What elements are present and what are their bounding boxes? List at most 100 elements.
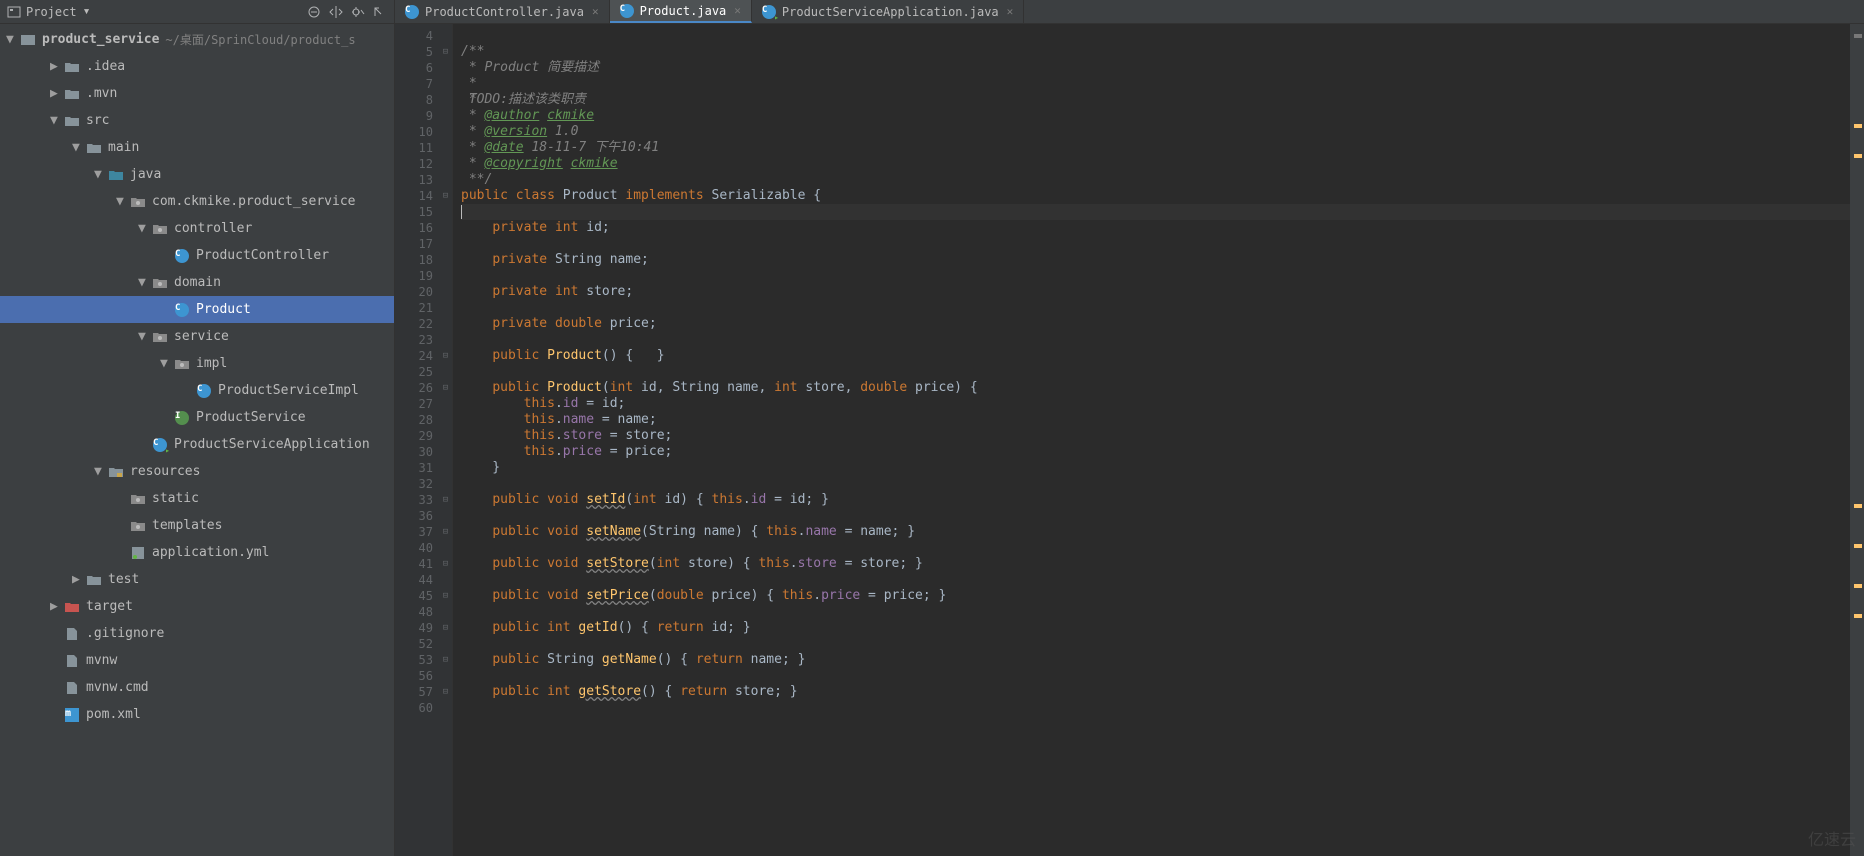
tree-item-main[interactable]: ▼main xyxy=(0,134,394,161)
chevron-down-icon[interactable]: ▼ xyxy=(72,143,82,153)
chevron-down-icon[interactable]: ▼ xyxy=(138,332,148,342)
tree-item-java[interactable]: ▼java xyxy=(0,161,394,188)
code-line[interactable] xyxy=(461,540,1850,556)
tree-item-domain[interactable]: ▼domain xyxy=(0,269,394,296)
tree-item-mvnw[interactable]: mvnw xyxy=(0,647,394,674)
code-line[interactable]: public Product() { } xyxy=(461,348,1850,364)
marker-info[interactable] xyxy=(1854,34,1862,38)
marker-gutter[interactable] xyxy=(1850,24,1864,856)
code-line[interactable] xyxy=(461,508,1850,524)
code-line[interactable]: this.store = store; xyxy=(461,428,1850,444)
code-line[interactable]: public String getName() { return name; } xyxy=(461,652,1850,668)
tree-item-productserviceimpl[interactable]: CProductServiceImpl xyxy=(0,377,394,404)
code-line[interactable]: * @author ckmike xyxy=(461,108,1850,124)
code-editor[interactable]: 4567891011121314151617181920212223242526… xyxy=(395,24,1864,856)
tree-item-service[interactable]: ▼service xyxy=(0,323,394,350)
tree-item-src[interactable]: ▼src xyxy=(0,107,394,134)
project-dropdown-label[interactable]: Project xyxy=(26,5,77,19)
marker-warning[interactable] xyxy=(1854,584,1862,588)
marker-warning[interactable] xyxy=(1854,504,1862,508)
code-line[interactable] xyxy=(461,636,1850,652)
code-line[interactable]: public void setStore(int store) { this.s… xyxy=(461,556,1850,572)
code-line[interactable] xyxy=(461,204,1850,220)
code-line[interactable] xyxy=(461,700,1850,716)
chevron-down-icon[interactable]: ▼ xyxy=(50,116,60,126)
tree-item--idea[interactable]: ▶.idea xyxy=(0,53,394,80)
code-line[interactable] xyxy=(461,268,1850,284)
code-line[interactable]: public void setPrice(double price) { thi… xyxy=(461,588,1850,604)
code-line[interactable] xyxy=(461,300,1850,316)
chevron-down-icon[interactable]: ▼ xyxy=(160,359,170,369)
chevron-down-icon[interactable]: ▼ xyxy=(6,35,16,45)
dropdown-icon[interactable]: ▾ xyxy=(83,4,91,19)
chevron-right-icon[interactable]: ▶ xyxy=(50,602,60,612)
tree-item-productservice[interactable]: IProductService xyxy=(0,404,394,431)
code-line[interactable]: * @version 1.0 xyxy=(461,124,1850,140)
chevron-down-icon[interactable]: ▼ xyxy=(94,170,104,180)
code-line[interactable] xyxy=(461,236,1850,252)
chevron-down-icon[interactable]: ▼ xyxy=(116,197,126,207)
code-line[interactable]: **/ xyxy=(461,172,1850,188)
tree-item--gitignore[interactable]: .gitignore xyxy=(0,620,394,647)
code-line[interactable] xyxy=(461,668,1850,684)
code-line[interactable] xyxy=(461,28,1850,44)
code-content[interactable]: /** * Product 简要描述 * TODO:描述该类职责 * * @au… xyxy=(453,24,1850,856)
tree-item-impl[interactable]: ▼impl xyxy=(0,350,394,377)
tree-item--mvn[interactable]: ▶.mvn xyxy=(0,80,394,107)
code-line[interactable]: * xyxy=(461,92,1850,108)
code-line[interactable] xyxy=(461,332,1850,348)
tree-item-resources[interactable]: ▼resources xyxy=(0,458,394,485)
split-icon[interactable] xyxy=(328,4,344,20)
code-line[interactable] xyxy=(461,364,1850,380)
code-line[interactable]: /** xyxy=(461,44,1850,60)
code-line[interactable]: private String name; xyxy=(461,252,1850,268)
marker-warning[interactable] xyxy=(1854,614,1862,618)
code-line[interactable]: public int getStore() { return store; } xyxy=(461,684,1850,700)
code-line[interactable]: private double price; xyxy=(461,316,1850,332)
code-line[interactable]: private int id; xyxy=(461,220,1850,236)
close-icon[interactable]: ✕ xyxy=(1007,5,1014,18)
chevron-down-icon[interactable]: ▼ xyxy=(138,224,148,234)
project-tree[interactable]: ▼ product_service ~/桌面/SprinCloud/produc… xyxy=(0,24,394,856)
code-line[interactable]: public class Product implements Serializ… xyxy=(461,188,1850,204)
code-line[interactable]: public int getId() { return id; } xyxy=(461,620,1850,636)
tree-item-pom-xml[interactable]: mpom.xml xyxy=(0,701,394,728)
chevron-right-icon[interactable]: ▶ xyxy=(50,62,60,72)
tree-root[interactable]: ▼ product_service ~/桌面/SprinCloud/produc… xyxy=(0,26,394,53)
chevron-right-icon[interactable]: ▶ xyxy=(50,89,60,99)
hide-icon[interactable] xyxy=(372,4,388,20)
code-line[interactable]: this.name = name; xyxy=(461,412,1850,428)
chevron-down-icon[interactable]: ▼ xyxy=(94,467,104,477)
code-line[interactable]: public void setId(int id) { this.id = id… xyxy=(461,492,1850,508)
code-line[interactable]: } xyxy=(461,460,1850,476)
tab-productserviceapplication-java[interactable]: C▸ProductServiceApplication.java✕ xyxy=(752,0,1024,23)
marker-warning[interactable] xyxy=(1854,124,1862,128)
gear-icon[interactable] xyxy=(350,4,366,20)
code-line[interactable]: this.price = price; xyxy=(461,444,1850,460)
tree-item-templates[interactable]: templates xyxy=(0,512,394,539)
code-line[interactable]: * @date 18-11-7 下午10:41 xyxy=(461,140,1850,156)
tree-item-test[interactable]: ▶test xyxy=(0,566,394,593)
code-line[interactable] xyxy=(461,572,1850,588)
tree-item-static[interactable]: static xyxy=(0,485,394,512)
code-line[interactable] xyxy=(461,476,1850,492)
code-line[interactable]: * @copyright ckmike xyxy=(461,156,1850,172)
tree-item-mvnw-cmd[interactable]: mvnw.cmd xyxy=(0,674,394,701)
close-icon[interactable]: ✕ xyxy=(734,4,741,17)
fold-gutter[interactable]: ⊟⊟⊟⊟⊟⊟⊟⊟⊟⊟⊟ xyxy=(439,24,453,856)
chevron-right-icon[interactable]: ▶ xyxy=(72,575,82,585)
tab-productcontroller-java[interactable]: CProductController.java✕ xyxy=(395,0,610,23)
tree-item-application-yml[interactable]: application.yml xyxy=(0,539,394,566)
code-line[interactable]: * TODO:描述该类职责 xyxy=(461,76,1850,92)
marker-warning[interactable] xyxy=(1854,154,1862,158)
code-line[interactable]: this.id = id; xyxy=(461,396,1850,412)
tree-item-productserviceapplication[interactable]: C▸ProductServiceApplication xyxy=(0,431,394,458)
tree-item-com-ckmike-product-service[interactable]: ▼com.ckmike.product_service xyxy=(0,188,394,215)
tab-product-java[interactable]: CProduct.java✕ xyxy=(610,0,752,23)
code-line[interactable] xyxy=(461,604,1850,620)
collapse-icon[interactable] xyxy=(306,4,322,20)
code-line[interactable]: * Product 简要描述 xyxy=(461,60,1850,76)
tree-item-productcontroller[interactable]: CProductController xyxy=(0,242,394,269)
marker-warning[interactable] xyxy=(1854,544,1862,548)
tree-item-product[interactable]: CProduct xyxy=(0,296,394,323)
